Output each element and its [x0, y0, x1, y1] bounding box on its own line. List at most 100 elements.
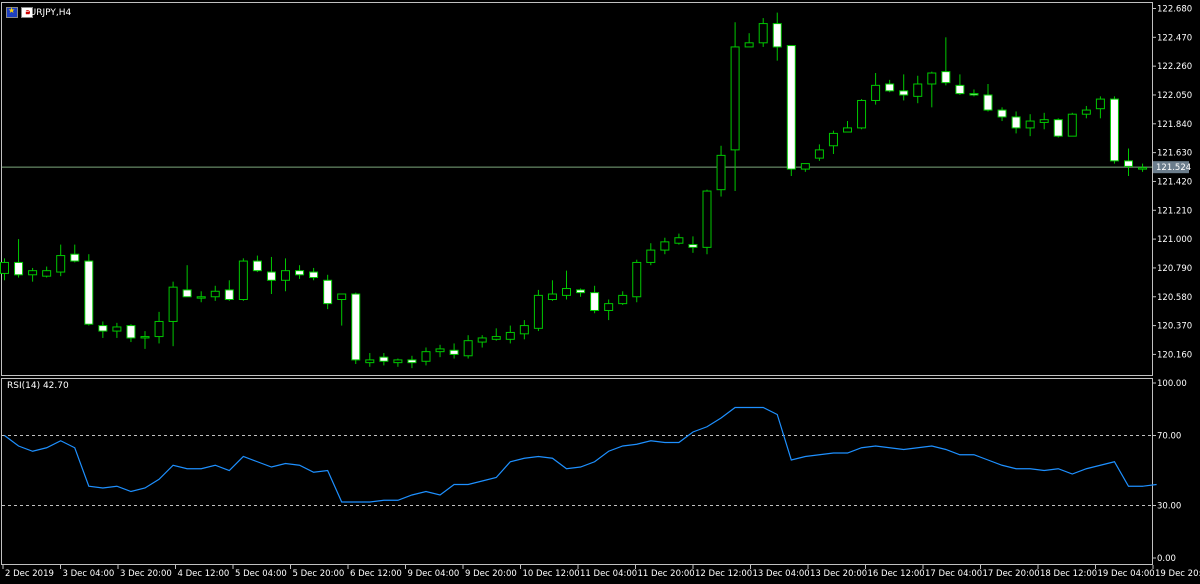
candle-body — [927, 72, 937, 85]
candle — [154, 311, 164, 344]
candle-body — [379, 356, 389, 362]
rsi-layer — [2, 406, 1157, 506]
candle-body — [899, 90, 909, 96]
candle — [112, 322, 122, 338]
candle-body — [576, 289, 586, 294]
candle — [337, 293, 347, 326]
candle-body — [744, 42, 754, 48]
time-tick-label: 17 Dec 20:00 — [983, 569, 1040, 579]
chart-canvas[interactable]: 122.680 122.470 122.260 122.050 121.840 121.6… — [0, 0, 1200, 584]
price-tick-label: 121.630 — [1157, 149, 1192, 159]
candle — [1025, 114, 1035, 137]
candle — [407, 355, 417, 369]
candle — [772, 12, 782, 61]
current-price-label: 121.524 — [1156, 163, 1191, 173]
candle — [702, 189, 712, 255]
candle — [786, 45, 796, 176]
candle-body — [266, 271, 276, 281]
candle — [1011, 111, 1021, 134]
candle — [281, 258, 290, 292]
candle — [28, 267, 38, 282]
candle-body — [519, 325, 529, 335]
candle — [1124, 148, 1133, 176]
candle — [84, 254, 94, 326]
candle-body — [365, 359, 375, 364]
candle — [98, 321, 108, 338]
time-tick-label: 13 Dec 20:00 — [810, 569, 867, 579]
candle — [997, 107, 1007, 122]
candle-body — [604, 303, 614, 311]
price-tick-label: 120.370 — [1157, 322, 1192, 332]
symbol-label: EURJPY,H4 — [24, 8, 72, 18]
candle-body — [1095, 98, 1105, 110]
candle-body — [857, 99, 867, 129]
candle — [224, 280, 234, 301]
candle-body — [969, 93, 979, 96]
candle-body — [323, 279, 333, 305]
candle-body — [786, 45, 796, 170]
candle — [252, 255, 262, 273]
time-tick-label: 3 Dec 20:00 — [120, 569, 172, 579]
candle-body — [983, 94, 993, 111]
candle-body — [772, 23, 782, 48]
candle-body — [70, 253, 80, 262]
candle-body — [98, 325, 108, 332]
price-tick-label: 122.050 — [1157, 91, 1192, 101]
candle-body — [1081, 109, 1091, 115]
candle-body — [730, 46, 740, 151]
candle-body — [126, 325, 136, 339]
candle-body — [154, 320, 164, 338]
candle-body — [435, 348, 445, 353]
candle — [477, 335, 487, 348]
price-tick-label: 121.000 — [1157, 235, 1192, 245]
time-tick-label: 4 Dec 12:00 — [178, 569, 230, 579]
candle-body — [421, 351, 431, 362]
candle-body — [28, 270, 38, 276]
candle-body — [449, 349, 459, 355]
candle-body — [140, 336, 150, 339]
time-tick-label: 10 Dec 12:00 — [523, 569, 580, 579]
candle-body — [1109, 98, 1119, 162]
rsi-tick-label: 0.00 — [1157, 554, 1176, 564]
candle-body — [632, 261, 642, 298]
candle — [688, 236, 698, 253]
candle — [800, 163, 810, 172]
time-tick-label: 12 Dec 12:00 — [695, 569, 752, 579]
price-tick-label: 121.420 — [1157, 177, 1192, 187]
rsi-pane-frame — [1, 378, 1153, 565]
candle-body — [337, 293, 347, 301]
chart-window[interactable]: 122.680 122.470 122.260 122.050 121.840 121.6… — [0, 0, 1200, 584]
candle-body — [913, 83, 923, 97]
candle — [843, 121, 852, 133]
candle-body — [1067, 113, 1077, 137]
candle-body — [674, 237, 684, 244]
time-tick-label: 6 Dec 12:00 — [350, 569, 402, 579]
price-tick-label: 122.470 — [1157, 33, 1192, 43]
candle-body — [252, 260, 262, 272]
candle-body — [688, 244, 698, 248]
candle-body — [646, 249, 656, 263]
candle — [758, 18, 768, 47]
candle-body — [168, 286, 178, 322]
candle — [295, 265, 305, 279]
candle — [238, 258, 248, 301]
candle — [182, 265, 192, 298]
time-tick-label: 2 Dec 2019 — [5, 569, 54, 579]
candle — [983, 83, 993, 112]
time-tick-label: 9 Dec 04:00 — [408, 569, 460, 579]
time-tick-label: 13 Dec 04:00 — [753, 569, 810, 579]
candle-body — [1011, 116, 1021, 129]
candle — [913, 75, 923, 104]
candle-body — [0, 261, 9, 274]
candle-body — [196, 296, 206, 299]
candle-body — [505, 331, 515, 340]
rsi-tick-label: 30.00 — [1157, 502, 1181, 512]
candle — [1138, 163, 1148, 172]
candle-body — [477, 337, 487, 343]
candle-body — [1124, 160, 1133, 167]
candle — [562, 270, 571, 300]
candle — [716, 145, 726, 197]
time-tick-label: 9 Dec 20:00 — [465, 569, 517, 579]
candle-body — [1025, 120, 1035, 129]
rsi-tick-label: 100.00 — [1157, 379, 1187, 389]
